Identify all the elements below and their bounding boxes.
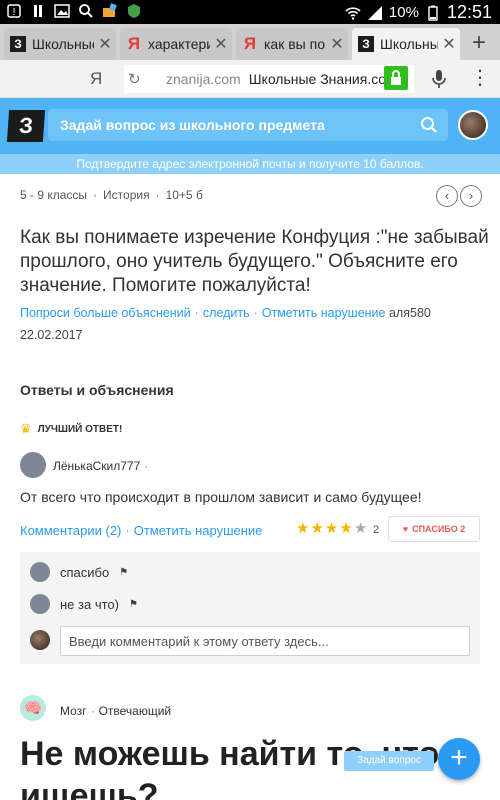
comment-item: не за что) ⚑ xyxy=(30,594,138,614)
site-logo[interactable]: З xyxy=(6,110,46,142)
url-field[interactable]: ↻ znanija.com Школьные Знания.com xyxy=(124,65,414,93)
answers-heading: Ответы и объяснения xyxy=(20,382,174,398)
overflow-menu-icon[interactable]: ⋮ xyxy=(470,68,490,88)
yandex-home-button[interactable]: Я xyxy=(90,69,102,89)
points-label: 10+5 б xyxy=(165,188,203,202)
question-actions: Попроси больше объяснений · следить · Отмети… xyxy=(20,306,431,320)
tab-2[interactable]: Я характери ✕ xyxy=(120,28,232,60)
tab-label: Школьные xyxy=(32,36,94,52)
znanija-favicon-icon: З xyxy=(358,36,374,52)
comments-panel: спасибо ⚑ не за что) ⚑ Введи комментарий… xyxy=(20,552,480,664)
search-icon xyxy=(79,4,93,18)
rating-stars[interactable]: ★ ★ ★ ★ ★ xyxy=(296,519,367,537)
clock: 12:51 xyxy=(446,2,492,22)
yandex-favicon-icon: Я xyxy=(243,34,257,53)
question-search-input[interactable]: Задай вопрос из школьного предмета xyxy=(48,109,448,141)
znanija-favicon-icon: З xyxy=(10,36,26,52)
tab-4-active[interactable]: З Школьные ✕ xyxy=(352,28,460,60)
answer-author-name[interactable]: ЛёнькаСкил777 xyxy=(53,459,140,473)
close-icon[interactable]: ✕ xyxy=(210,34,232,54)
avatar[interactable] xyxy=(30,562,50,582)
site-header: З Задай вопрос из школьного предмета xyxy=(0,98,500,154)
thanks-label: СПАСИБО 2 xyxy=(412,524,466,534)
report-question-link[interactable]: Отметить нарушение xyxy=(262,306,386,320)
avatar[interactable] xyxy=(30,630,50,650)
microphone-icon[interactable] xyxy=(432,69,446,89)
battery-icon xyxy=(428,5,438,21)
flag-icon[interactable]: ⚑ xyxy=(129,599,138,610)
heart-icon: ♥ xyxy=(402,524,409,534)
grade-label[interactable]: 5 - 9 классы xyxy=(20,188,87,202)
yandex-favicon-icon: Я xyxy=(127,34,141,53)
flag-icon[interactable]: ⚑ xyxy=(119,567,128,578)
wifi-icon xyxy=(345,6,361,20)
follow-link[interactable]: следить xyxy=(203,306,250,320)
tab-label: характери xyxy=(148,36,210,52)
shield-icon xyxy=(128,4,140,18)
question-author[interactable]: аля580 xyxy=(389,306,431,320)
ask-more-link[interactable]: Попроси больше объяснений xyxy=(20,306,191,320)
rating-count: 2 xyxy=(373,524,380,536)
best-answer-badge: ♛ ЛУЧШИЙ ОТВЕТ! xyxy=(20,421,122,437)
url-page-title: Школьные Знания.com xyxy=(248,71,398,87)
answer2-role: Отвечающий xyxy=(98,704,172,718)
search-icon[interactable] xyxy=(420,116,438,134)
crown-icon: ♛ xyxy=(20,421,32,436)
question-text: Как вы понимаете изречение Конфуция :"не… xyxy=(20,227,489,296)
star-icon[interactable]: ★ xyxy=(296,519,309,537)
avatar[interactable] xyxy=(30,594,50,614)
answer2-author: Мозг · Отвечающий xyxy=(60,704,172,718)
url-domain: znanija.com xyxy=(166,71,241,87)
comment-input[interactable]: Введи комментарий к этому ответу здесь..… xyxy=(60,626,470,656)
close-icon[interactable]: ✕ xyxy=(94,34,116,54)
star-icon[interactable]: ★ xyxy=(354,519,367,537)
best-answer-label: ЛУЧШИЙ ОТВЕТ! xyxy=(37,423,123,435)
answer2-author-name[interactable]: Мозг xyxy=(60,704,87,718)
browser-tab-strip: З Школьные ✕ Я характери ✕ Я как вы пон … xyxy=(0,24,500,60)
answer-actions: Комментарии (2) · Отметить нарушение xyxy=(20,523,263,538)
thanks-button[interactable]: ♥ СПАСИБО 2 xyxy=(388,516,480,542)
next-question-button[interactable]: › xyxy=(460,185,482,207)
gallery-icon xyxy=(54,4,70,18)
brain-avatar-icon[interactable]: 🧠 xyxy=(20,695,46,721)
svg-text:!: ! xyxy=(13,7,16,18)
user-avatar[interactable] xyxy=(458,110,488,140)
question-date: 22.02.2017 xyxy=(20,328,83,342)
answer-text: От всего что происходит в прошлом зависи… xyxy=(20,489,422,505)
new-tab-plus-icon[interactable]: + xyxy=(462,30,496,56)
reload-icon[interactable]: ↻ xyxy=(128,70,148,88)
notification-icon: ! xyxy=(7,4,21,18)
prev-question-button[interactable]: ‹ xyxy=(436,185,458,207)
subject-label[interactable]: История xyxy=(103,188,150,202)
answer-author[interactable]: ЛёнькаСкил777 · xyxy=(53,459,148,473)
battery-percent: 10% xyxy=(388,4,419,21)
comment-text: спасибо xyxy=(60,564,110,580)
comment-text: не за что) xyxy=(60,596,119,612)
lock-icon[interactable] xyxy=(384,66,408,90)
comments-link[interactable]: Комментарии (2) xyxy=(20,523,121,538)
pause-icon xyxy=(34,5,42,17)
avatar[interactable] xyxy=(20,452,46,478)
tab-label: Школьные xyxy=(380,36,438,52)
cleaner-app-icon xyxy=(103,3,117,17)
email-confirm-notice[interactable]: Подтвердите адрес электронной почты и по… xyxy=(0,154,500,174)
tab-label: как вы пон xyxy=(264,36,326,52)
search-placeholder: Задай вопрос из школьного предмета xyxy=(60,117,325,133)
address-bar: Я ↻ znanija.com Школьные Знания.com ⋮ xyxy=(0,60,500,98)
tab-1[interactable]: З Школьные ✕ xyxy=(4,28,116,60)
status-bar: ! 10% 12:51 xyxy=(0,0,500,24)
comment-composer-avatar xyxy=(30,630,50,650)
tab-3[interactable]: Я как вы пон ✕ xyxy=(236,28,348,60)
ask-question-label[interactable]: Задай вопрос xyxy=(344,751,434,771)
close-icon[interactable]: ✕ xyxy=(326,34,348,54)
signal-icon xyxy=(367,5,382,20)
star-icon[interactable]: ★ xyxy=(310,519,323,537)
question-meta: 5 - 9 классы · История · 10+5 б xyxy=(20,188,203,202)
star-icon[interactable]: ★ xyxy=(325,519,338,537)
comment-item: спасибо ⚑ xyxy=(30,562,128,582)
ask-question-fab[interactable]: + xyxy=(438,738,480,780)
close-icon[interactable]: ✕ xyxy=(438,34,460,54)
star-icon[interactable]: ★ xyxy=(339,519,352,537)
report-answer-link[interactable]: Отметить нарушение xyxy=(134,523,263,538)
